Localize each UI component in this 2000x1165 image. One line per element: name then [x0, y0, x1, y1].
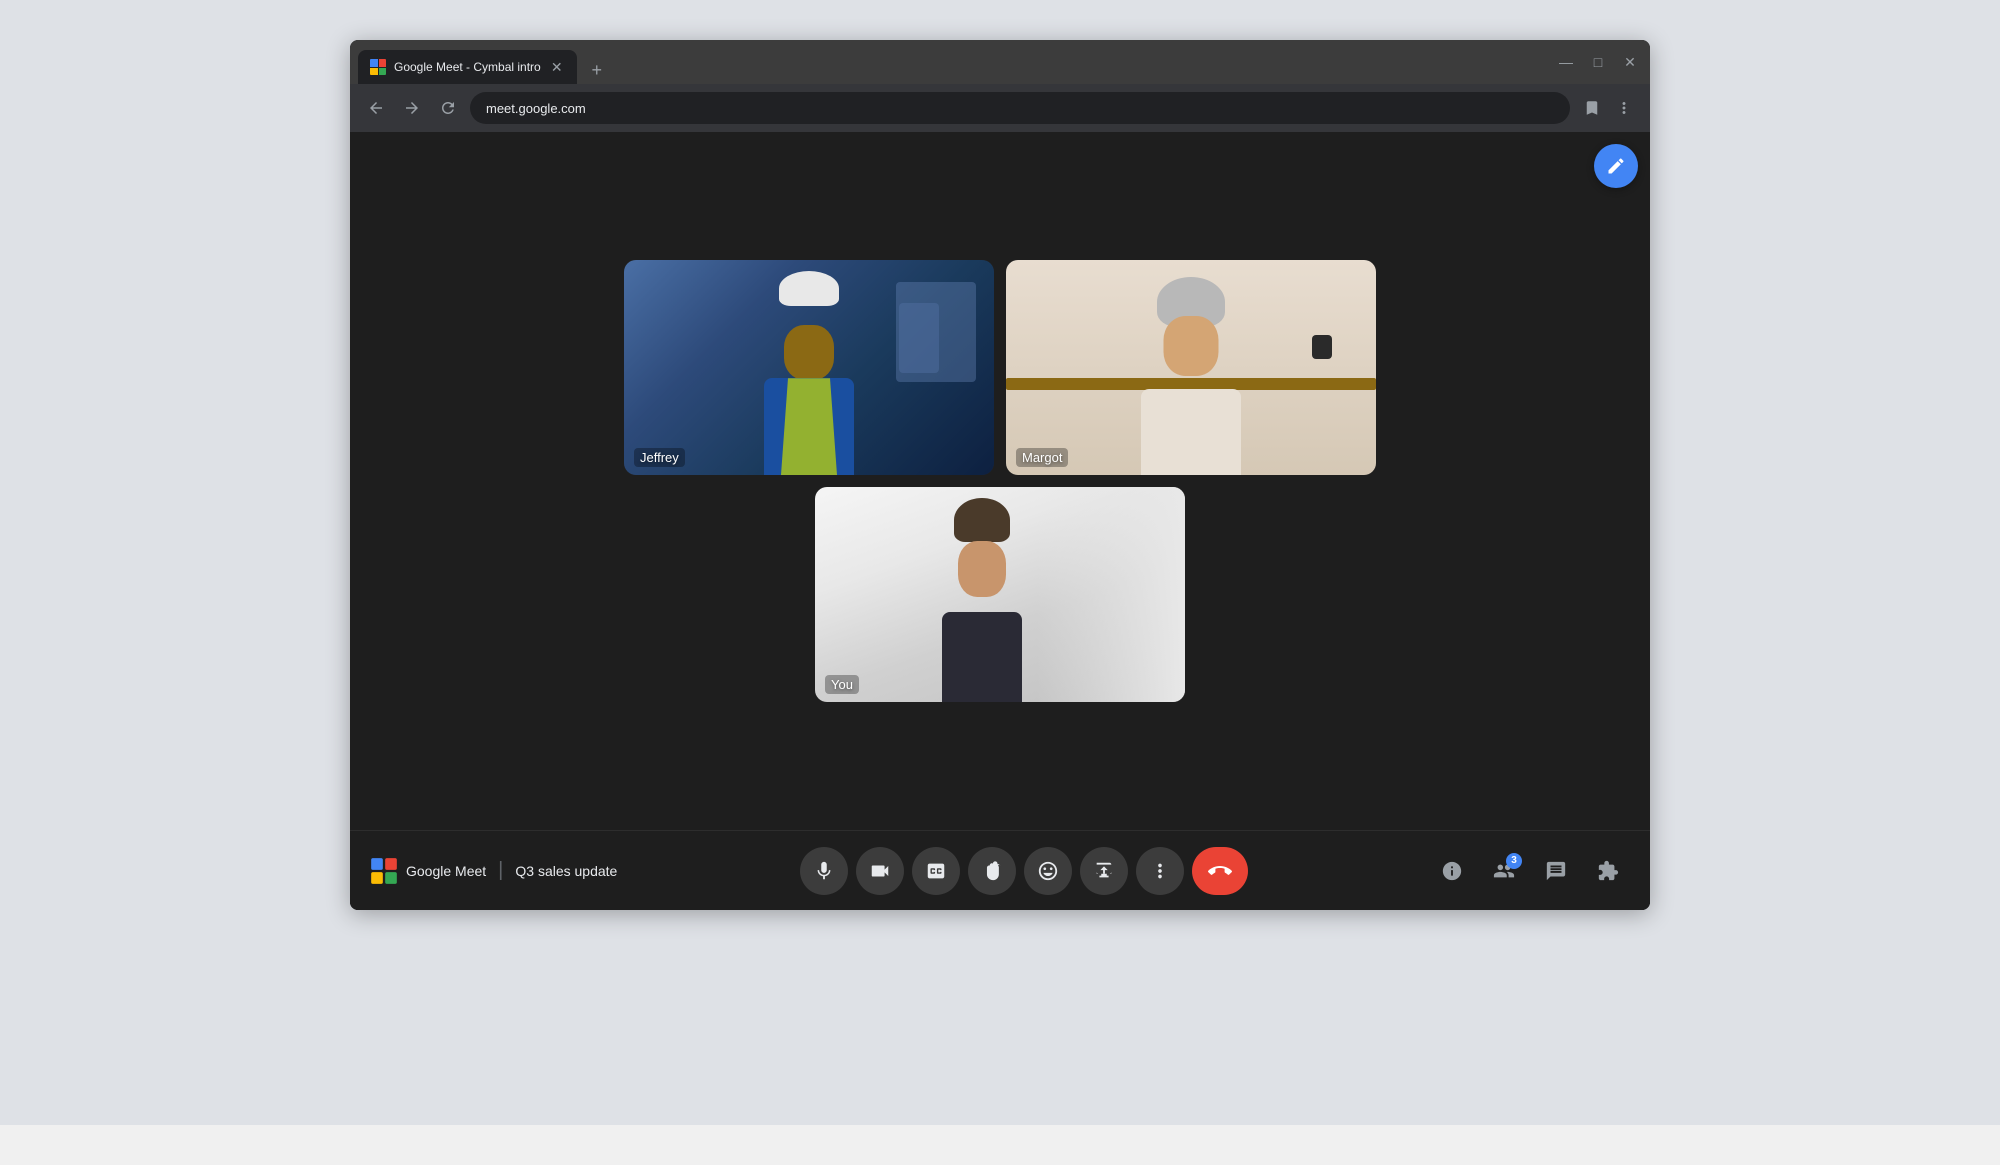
info-button[interactable]: [1430, 849, 1474, 893]
margot-tile[interactable]: Margot: [1006, 260, 1376, 475]
minimize-button[interactable]: —: [1554, 50, 1578, 74]
you-label: You: [825, 675, 859, 694]
jeffrey-helmet: [779, 271, 839, 306]
reload-button[interactable]: [434, 94, 462, 122]
bookmark-button[interactable]: [1578, 94, 1606, 122]
toolbar-actions: [1578, 94, 1638, 122]
maximize-button[interactable]: □: [1586, 50, 1610, 74]
end-call-button[interactable]: [1192, 847, 1248, 895]
meet-bottombar: Google Meet | Q3 sales update: [350, 830, 1650, 910]
tab-area: Google Meet - Cymbal intro ✕ +: [358, 40, 611, 84]
people-button[interactable]: 3: [1482, 849, 1526, 893]
browser-window: Google Meet - Cymbal intro ✕ + — □ ✕ mee…: [350, 40, 1650, 910]
top-video-row: Jeffrey Margot: [624, 260, 1376, 475]
you-body: [942, 612, 1022, 702]
margot-face: [1164, 316, 1219, 376]
controls-center: [617, 847, 1430, 895]
bg-machinery2: [899, 303, 939, 373]
jeffrey-face: [784, 325, 834, 380]
tab-close-button[interactable]: ✕: [549, 59, 565, 75]
jeffrey-tile[interactable]: Jeffrey: [624, 260, 994, 475]
jeffrey-video: [624, 260, 994, 475]
margot-body: [1141, 389, 1241, 475]
new-tab-button[interactable]: +: [583, 56, 611, 84]
margot-bird: [1312, 335, 1332, 359]
margot-video: [1006, 260, 1376, 475]
jeffrey-label: Jeffrey: [634, 448, 685, 467]
present-button[interactable]: [1080, 847, 1128, 895]
you-video: [815, 487, 1185, 702]
people-count-badge: 3: [1506, 853, 1522, 869]
emoji-button[interactable]: [1024, 847, 1072, 895]
meet-logo: [370, 857, 398, 885]
you-tile[interactable]: You: [815, 487, 1185, 702]
menu-button[interactable]: [1610, 94, 1638, 122]
you-face: [958, 541, 1006, 597]
activities-button[interactable]: [1586, 849, 1630, 893]
camera-button[interactable]: [856, 847, 904, 895]
margot-label: Margot: [1016, 448, 1068, 467]
more-options-button[interactable]: [1136, 847, 1184, 895]
raise-hand-button[interactable]: [968, 847, 1016, 895]
bottom-video-row: You: [815, 487, 1185, 702]
forward-button[interactable]: [398, 94, 426, 122]
mic-button[interactable]: [800, 847, 848, 895]
video-grid: Jeffrey Margot: [350, 132, 1650, 830]
meet-info: Google Meet | Q3 sales update: [370, 857, 617, 885]
browser-toolbar: meet.google.com: [350, 84, 1650, 132]
fab-button[interactable]: [1594, 144, 1638, 188]
tab-title: Google Meet - Cymbal intro: [394, 60, 541, 74]
meet-content: Jeffrey Margot: [350, 132, 1650, 910]
you-hair: [954, 498, 1010, 542]
close-button[interactable]: ✕: [1618, 50, 1642, 74]
captions-button[interactable]: [912, 847, 960, 895]
active-tab[interactable]: Google Meet - Cymbal intro ✕: [358, 50, 577, 84]
back-button[interactable]: [362, 94, 390, 122]
address-bar[interactable]: meet.google.com: [470, 92, 1570, 124]
browser-titlebar: Google Meet - Cymbal intro ✕ + — □ ✕: [350, 40, 1650, 84]
meet-app-name: Google Meet: [406, 863, 486, 879]
chat-button[interactable]: [1534, 849, 1578, 893]
you-bg-white: [1037, 487, 1185, 702]
meeting-title: Q3 sales update: [515, 863, 617, 879]
meet-divider: |: [498, 859, 503, 882]
address-text: meet.google.com: [486, 101, 1554, 116]
controls-right: 3: [1430, 849, 1630, 893]
tab-favicon: [370, 59, 386, 75]
